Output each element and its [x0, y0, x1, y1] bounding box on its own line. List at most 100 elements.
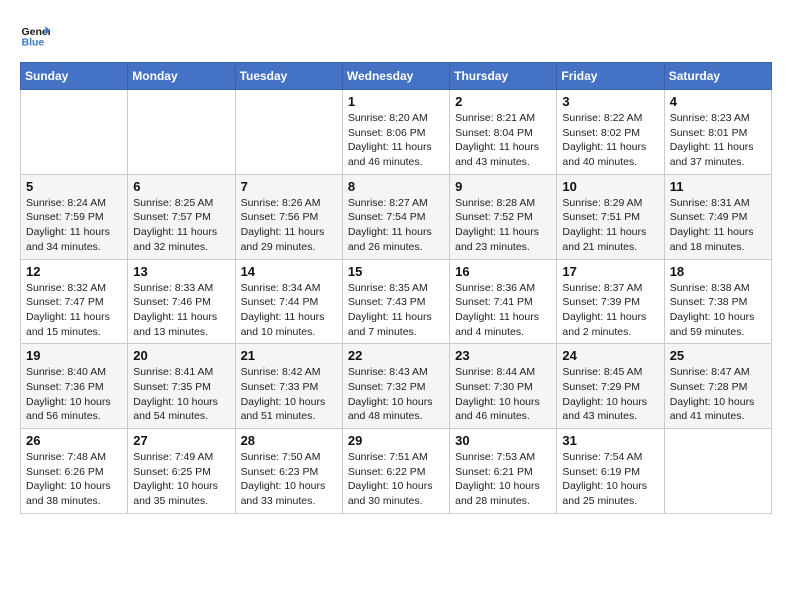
day-info: Sunrise: 8:28 AM Sunset: 7:52 PM Dayligh… — [455, 196, 551, 255]
calendar-cell: 10 Sunrise: 8:29 AM Sunset: 7:51 PM Dayli… — [557, 174, 664, 259]
column-header-monday: Monday — [128, 63, 235, 90]
day-number: 24 — [562, 348, 658, 363]
calendar-cell — [21, 90, 128, 175]
calendar-cell: 16 Sunrise: 8:36 AM Sunset: 7:41 PM Dayli… — [450, 259, 557, 344]
day-number: 10 — [562, 179, 658, 194]
logo-icon: General Blue — [20, 20, 50, 50]
column-header-wednesday: Wednesday — [342, 63, 449, 90]
day-number: 22 — [348, 348, 444, 363]
day-number: 31 — [562, 433, 658, 448]
calendar-cell: 22 Sunrise: 8:43 AM Sunset: 7:32 PM Dayli… — [342, 344, 449, 429]
day-number: 25 — [670, 348, 766, 363]
calendar-cell: 26 Sunrise: 7:48 AM Sunset: 6:26 PM Dayli… — [21, 429, 128, 514]
logo: General Blue — [20, 20, 54, 50]
day-number: 21 — [241, 348, 337, 363]
column-header-friday: Friday — [557, 63, 664, 90]
day-number: 2 — [455, 94, 551, 109]
day-info: Sunrise: 8:33 AM Sunset: 7:46 PM Dayligh… — [133, 281, 229, 340]
column-header-tuesday: Tuesday — [235, 63, 342, 90]
day-number: 17 — [562, 264, 658, 279]
day-info: Sunrise: 8:25 AM Sunset: 7:57 PM Dayligh… — [133, 196, 229, 255]
day-info: Sunrise: 8:26 AM Sunset: 7:56 PM Dayligh… — [241, 196, 337, 255]
day-info: Sunrise: 8:36 AM Sunset: 7:41 PM Dayligh… — [455, 281, 551, 340]
day-info: Sunrise: 8:41 AM Sunset: 7:35 PM Dayligh… — [133, 365, 229, 424]
calendar-cell: 14Sunrise: 8:34 AM Sunset: 7:44 PM Dayli… — [235, 259, 342, 344]
calendar-cell: 19Sunrise: 8:40 AM Sunset: 7:36 PM Dayli… — [21, 344, 128, 429]
day-info: Sunrise: 7:50 AM Sunset: 6:23 PM Dayligh… — [241, 450, 337, 509]
calendar-cell: 12 Sunrise: 8:32 AM Sunset: 7:47 PM Dayli… — [21, 259, 128, 344]
calendar-cell: 1 Sunrise: 8:20 AM Sunset: 8:06 PM Daylig… — [342, 90, 449, 175]
day-info: Sunrise: 8:27 AM Sunset: 7:54 PM Dayligh… — [348, 196, 444, 255]
day-number: 8 — [348, 179, 444, 194]
day-number: 9 — [455, 179, 551, 194]
day-info: Sunrise: 8:35 AM Sunset: 7:43 PM Dayligh… — [348, 281, 444, 340]
page-header: General Blue — [20, 20, 772, 50]
calendar-cell: 23 Sunrise: 8:44 AM Sunset: 7:30 PM Dayli… — [450, 344, 557, 429]
day-info: Sunrise: 8:42 AM Sunset: 7:33 PM Dayligh… — [241, 365, 337, 424]
calendar-table: SundayMondayTuesdayWednesdayThursdayFrid… — [20, 62, 772, 514]
day-number: 11 — [670, 179, 766, 194]
day-number: 16 — [455, 264, 551, 279]
calendar-cell: 13Sunrise: 8:33 AM Sunset: 7:46 PM Dayli… — [128, 259, 235, 344]
day-number: 5 — [26, 179, 122, 194]
day-info: Sunrise: 8:34 AM Sunset: 7:44 PM Dayligh… — [241, 281, 337, 340]
calendar-cell: 20 Sunrise: 8:41 AM Sunset: 7:35 PM Dayli… — [128, 344, 235, 429]
calendar-cell — [664, 429, 771, 514]
column-header-thursday: Thursday — [450, 63, 557, 90]
day-info: Sunrise: 8:22 AM Sunset: 8:02 PM Dayligh… — [562, 111, 658, 170]
calendar-cell: 4 Sunrise: 8:23 AM Sunset: 8:01 PM Daylig… — [664, 90, 771, 175]
day-info: Sunrise: 8:47 AM Sunset: 7:28 PM Dayligh… — [670, 365, 766, 424]
day-number: 1 — [348, 94, 444, 109]
calendar-cell: 30Sunrise: 7:53 AM Sunset: 6:21 PM Dayli… — [450, 429, 557, 514]
day-info: Sunrise: 8:32 AM Sunset: 7:47 PM Dayligh… — [26, 281, 122, 340]
day-info: Sunrise: 8:44 AM Sunset: 7:30 PM Dayligh… — [455, 365, 551, 424]
day-info: Sunrise: 7:49 AM Sunset: 6:25 PM Dayligh… — [133, 450, 229, 509]
calendar-cell: 15 Sunrise: 8:35 AM Sunset: 7:43 PM Dayli… — [342, 259, 449, 344]
day-info: Sunrise: 8:29 AM Sunset: 7:51 PM Dayligh… — [562, 196, 658, 255]
day-info: Sunrise: 8:20 AM Sunset: 8:06 PM Dayligh… — [348, 111, 444, 170]
day-number: 12 — [26, 264, 122, 279]
day-info: Sunrise: 8:21 AM Sunset: 8:04 PM Dayligh… — [455, 111, 551, 170]
day-info: Sunrise: 7:48 AM Sunset: 6:26 PM Dayligh… — [26, 450, 122, 509]
day-number: 27 — [133, 433, 229, 448]
calendar-cell: 27 Sunrise: 7:49 AM Sunset: 6:25 PM Dayli… — [128, 429, 235, 514]
day-info: Sunrise: 8:43 AM Sunset: 7:32 PM Dayligh… — [348, 365, 444, 424]
calendar-cell: 24 Sunrise: 8:45 AM Sunset: 7:29 PM Dayli… — [557, 344, 664, 429]
calendar-cell: 3Sunrise: 8:22 AM Sunset: 8:02 PM Daylig… — [557, 90, 664, 175]
calendar-cell: 11 Sunrise: 8:31 AM Sunset: 7:49 PM Dayli… — [664, 174, 771, 259]
day-number: 28 — [241, 433, 337, 448]
day-info: Sunrise: 7:53 AM Sunset: 6:21 PM Dayligh… — [455, 450, 551, 509]
day-number: 7 — [241, 179, 337, 194]
day-info: Sunrise: 8:38 AM Sunset: 7:38 PM Dayligh… — [670, 281, 766, 340]
day-info: Sunrise: 8:45 AM Sunset: 7:29 PM Dayligh… — [562, 365, 658, 424]
day-number: 18 — [670, 264, 766, 279]
column-header-saturday: Saturday — [664, 63, 771, 90]
calendar-cell: 28 Sunrise: 7:50 AM Sunset: 6:23 PM Dayli… — [235, 429, 342, 514]
calendar-cell: 18 Sunrise: 8:38 AM Sunset: 7:38 PM Dayli… — [664, 259, 771, 344]
day-number: 19 — [26, 348, 122, 363]
calendar-cell: 25 Sunrise: 8:47 AM Sunset: 7:28 PM Dayli… — [664, 344, 771, 429]
day-number: 4 — [670, 94, 766, 109]
calendar-cell: 21 Sunrise: 8:42 AM Sunset: 7:33 PM Dayli… — [235, 344, 342, 429]
calendar-cell: 31 Sunrise: 7:54 AM Sunset: 6:19 PM Dayli… — [557, 429, 664, 514]
calendar-cell: 5 Sunrise: 8:24 AM Sunset: 7:59 PM Daylig… — [21, 174, 128, 259]
day-info: Sunrise: 7:54 AM Sunset: 6:19 PM Dayligh… — [562, 450, 658, 509]
day-info: Sunrise: 8:23 AM Sunset: 8:01 PM Dayligh… — [670, 111, 766, 170]
svg-text:Blue: Blue — [22, 37, 45, 49]
day-number: 26 — [26, 433, 122, 448]
calendar-cell: 8 Sunrise: 8:27 AM Sunset: 7:54 PM Daylig… — [342, 174, 449, 259]
day-number: 23 — [455, 348, 551, 363]
calendar-cell: 6 Sunrise: 8:25 AM Sunset: 7:57 PM Daylig… — [128, 174, 235, 259]
day-number: 20 — [133, 348, 229, 363]
day-info: Sunrise: 8:24 AM Sunset: 7:59 PM Dayligh… — [26, 196, 122, 255]
day-number: 15 — [348, 264, 444, 279]
calendar-cell: 9 Sunrise: 8:28 AM Sunset: 7:52 PM Daylig… — [450, 174, 557, 259]
day-number: 6 — [133, 179, 229, 194]
calendar-cell — [235, 90, 342, 175]
column-header-sunday: Sunday — [21, 63, 128, 90]
calendar-cell: 7 Sunrise: 8:26 AM Sunset: 7:56 PM Daylig… — [235, 174, 342, 259]
day-number: 29 — [348, 433, 444, 448]
day-info: Sunrise: 8:31 AM Sunset: 7:49 PM Dayligh… — [670, 196, 766, 255]
calendar-cell — [128, 90, 235, 175]
day-info: Sunrise: 7:51 AM Sunset: 6:22 PM Dayligh… — [348, 450, 444, 509]
